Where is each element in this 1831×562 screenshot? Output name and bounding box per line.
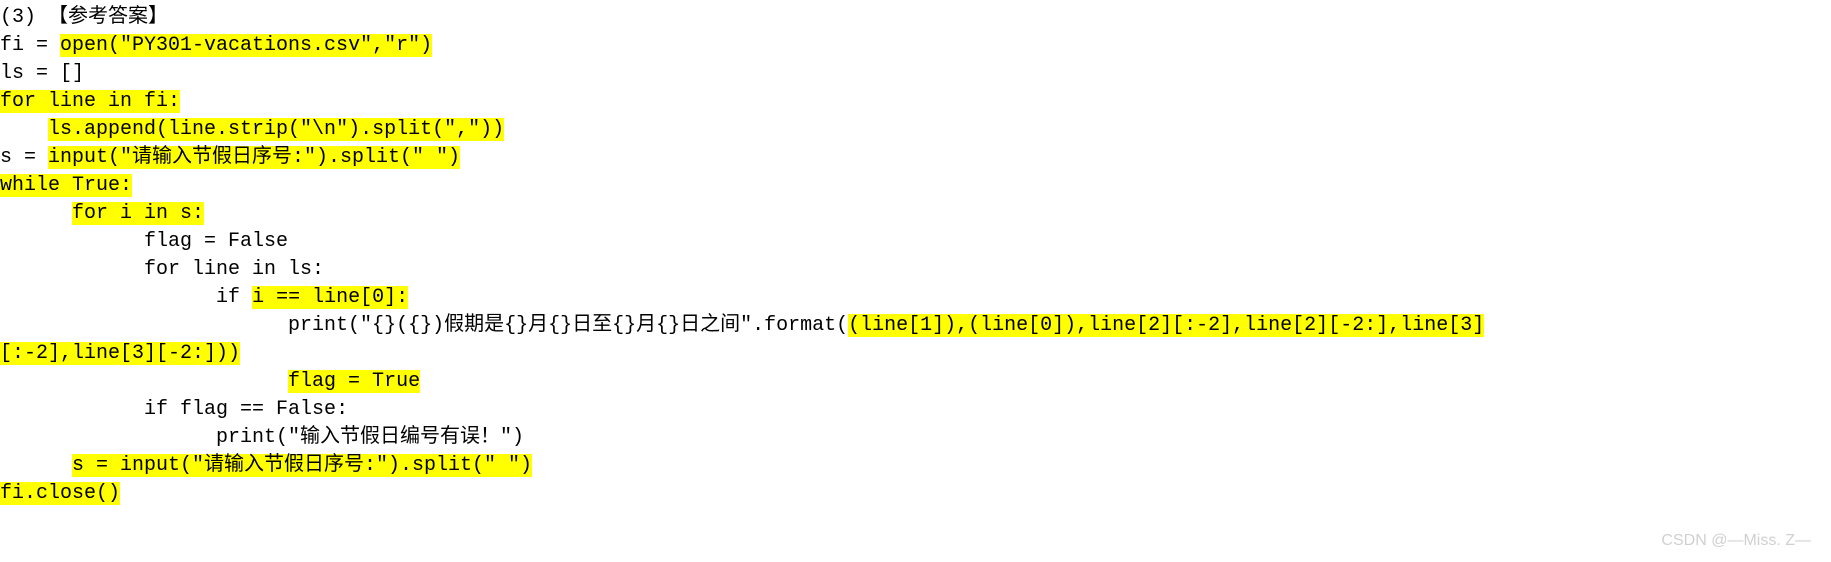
- code-line-1: fi = open("PY301-vacations.csv","r"): [0, 34, 432, 57]
- answer-code-block: (3) 【参考答案】 fi = open("PY301-vacations.cs…: [0, 4, 1520, 508]
- answer-header: (3) 【参考答案】: [0, 6, 168, 29]
- code-line-2: ls = []: [0, 62, 84, 85]
- code-line-5: s = input("请输入节假日序号:").split(" "): [0, 146, 460, 169]
- code-line-10: if i == line[0]:: [0, 286, 408, 309]
- code-line-4: ls.append(line.strip("\n").split(",")): [0, 118, 504, 141]
- code-line-12: flag = True: [0, 370, 420, 393]
- document-page: (3) 【参考答案】 fi = open("PY301-vacations.cs…: [0, 0, 1831, 562]
- code-line-3: for line in fi:: [0, 90, 180, 113]
- code-line-11: print("{}({})假期是{}月{}日至{}月{}日之间".format(…: [0, 314, 1484, 365]
- watermark-text: CSDN @—Miss. Z—: [1661, 530, 1811, 552]
- code-line-16: fi.close(): [0, 482, 120, 505]
- code-line-8: flag = False: [0, 230, 288, 253]
- code-line-15: s = input("请输入节假日序号:").split(" "): [0, 454, 532, 477]
- code-line-9: for line in ls:: [0, 258, 324, 281]
- code-line-7: for i in s:: [0, 202, 204, 225]
- code-line-13: if flag == False:: [0, 398, 348, 421]
- code-line-6: while True:: [0, 174, 132, 197]
- code-line-14: print("输入节假日编号有误！"): [0, 426, 524, 449]
